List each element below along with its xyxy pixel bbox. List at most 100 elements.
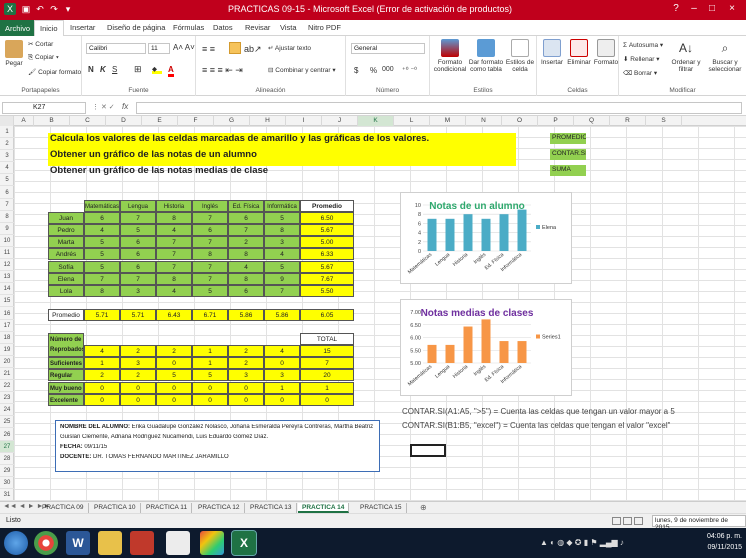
row-header-28[interactable]: 28 xyxy=(0,453,14,465)
row-header-31[interactable]: 31 xyxy=(0,489,14,502)
row-header-23[interactable]: 23 xyxy=(0,392,14,405)
merge-center-button[interactable]: ⊟ Combinar y centrar ▾ xyxy=(268,66,336,74)
find-select-button[interactable]: ⌕ Buscar y seleccionar xyxy=(705,39,745,73)
tab-revisar[interactable]: Revisar xyxy=(245,23,270,32)
sheet-tab-12[interactable]: PRACTICA 12 xyxy=(194,503,245,513)
bar-5[interactable] xyxy=(499,341,509,363)
sheet-tab-11[interactable]: PRACTICA 11 xyxy=(142,503,193,513)
fill-color-icon[interactable]: ◆ xyxy=(152,65,162,74)
tab-formulas[interactable]: Fórmulas xyxy=(173,23,204,32)
format-cells-button[interactable]: Formato xyxy=(593,39,619,66)
column-header-a[interactable]: A xyxy=(14,116,34,126)
format-painter-button[interactable]: 🖌 Copiar formato xyxy=(28,68,81,76)
decimal-icon[interactable]: ⁺⁰ ⁻⁰ xyxy=(402,66,417,74)
chrome-icon[interactable] xyxy=(34,531,58,555)
font-name-combo[interactable]: Calibri xyxy=(86,43,146,54)
column-header-g[interactable]: G xyxy=(214,116,250,126)
active-cell-k27[interactable] xyxy=(410,444,446,457)
column-header-l[interactable]: L xyxy=(394,116,430,126)
font-color-icon[interactable]: A xyxy=(168,65,174,77)
bar-1[interactable] xyxy=(427,218,437,251)
tray-icons[interactable]: ▲ ◐ ◍ ◆ ✪ ▮ ⚑ ▂▄▆ ♪ xyxy=(540,538,624,547)
clear-button[interactable]: ⌫ Borrar ▾ xyxy=(623,69,657,77)
row-header-5[interactable]: 5 xyxy=(0,174,14,187)
column-header-r[interactable]: R xyxy=(610,116,646,126)
minimize-button[interactable]: – xyxy=(686,2,702,16)
sheet-tab-10[interactable]: PRACTICA 10 xyxy=(90,503,141,513)
row-header-13[interactable]: 13 xyxy=(0,271,14,284)
explorer-icon[interactable] xyxy=(98,531,122,555)
tab-file[interactable]: Archivo xyxy=(0,20,36,36)
cell-styles-button[interactable]: Estilos de celda xyxy=(504,39,536,73)
help-button[interactable]: ? xyxy=(668,2,684,16)
row-header-10[interactable]: 10 xyxy=(0,235,14,247)
save-icon[interactable]: ▣ xyxy=(20,3,32,15)
number-format-combo[interactable]: General xyxy=(351,43,425,54)
chart-notas-alumno[interactable]: 0 2 4 6 8 10 Matemáticas Lengua Historia Inglés Ed… xyxy=(400,192,572,284)
column-header-n[interactable]: N xyxy=(466,116,502,126)
column-header-o[interactable]: O xyxy=(502,116,538,126)
chart-notas-medias[interactable]: 5.00 5.50 6.00 6.50 7.00 Matemáticas Lengua His… xyxy=(400,299,572,396)
sheet-tab-14[interactable]: PRACTICA 14 xyxy=(298,503,350,513)
row-header-12[interactable]: 12 xyxy=(0,259,14,272)
wrap-text-button[interactable]: ↵ Ajustar texto xyxy=(268,44,311,52)
bar-6[interactable] xyxy=(517,341,527,363)
bar-6[interactable] xyxy=(517,209,527,251)
row-header-27[interactable]: 27 xyxy=(0,440,14,453)
format-table-button[interactable]: Dar formato como tabla xyxy=(468,39,504,73)
row-header-2[interactable]: 2 xyxy=(0,138,14,151)
align-top-icon[interactable]: ≡ ≡ xyxy=(202,44,215,54)
align-bottom-icon[interactable] xyxy=(229,42,241,54)
autosum-button[interactable]: Σ Autosuma ▾ xyxy=(623,41,663,49)
percent-button[interactable]: % xyxy=(370,66,377,75)
row-header-7[interactable]: 7 xyxy=(0,199,14,211)
bar-3[interactable] xyxy=(463,326,473,363)
column-header-m[interactable]: M xyxy=(430,116,466,126)
underline-button[interactable]: S xyxy=(112,65,117,74)
insert-cells-button[interactable]: Insertar xyxy=(539,39,565,66)
copy-button[interactable]: ⎘ Copiar ▾ xyxy=(28,54,59,62)
column-header-i[interactable]: I xyxy=(286,116,322,126)
row-header-21[interactable]: 21 xyxy=(0,368,14,381)
row-header-3[interactable]: 3 xyxy=(0,150,14,163)
clock-date[interactable]: 09/11/2015 xyxy=(698,544,742,551)
tab-datos[interactable]: Datos xyxy=(213,23,233,32)
tab-diseno[interactable]: Diseño de página xyxy=(107,23,165,32)
start-icon[interactable] xyxy=(4,531,28,555)
redo-icon[interactable]: ↷ xyxy=(48,3,60,15)
close-button[interactable]: × xyxy=(724,2,740,16)
row-header-14[interactable]: 14 xyxy=(0,283,14,296)
bar-2[interactable] xyxy=(445,344,455,363)
row-header-15[interactable]: 15 xyxy=(0,295,14,308)
column-header-q[interactable]: Q xyxy=(574,116,610,126)
row-header-9[interactable]: 9 xyxy=(0,223,14,235)
row-header-17[interactable]: 17 xyxy=(0,320,14,332)
cut-button[interactable]: ✂ Cortar xyxy=(28,40,53,48)
row-header-8[interactable]: 8 xyxy=(0,211,14,223)
undo-icon[interactable]: ↶ xyxy=(34,3,46,15)
word-icon[interactable]: W xyxy=(66,531,90,555)
column-header-f[interactable]: F xyxy=(178,116,214,126)
bar-4[interactable] xyxy=(481,319,491,363)
row-header-4[interactable]: 4 xyxy=(0,162,14,175)
sheet-tab-9[interactable]: PRACTICA 09 xyxy=(38,503,89,513)
font-size-combo[interactable]: 11 xyxy=(148,43,170,54)
column-header-e[interactable]: E xyxy=(142,116,178,126)
paint-icon[interactable] xyxy=(200,531,224,555)
orientation-icon[interactable]: ab↗ xyxy=(244,44,262,55)
align-left-icon[interactable]: ≡ ≡ ≡ ⇤ ⇥ xyxy=(202,65,243,76)
fill-button[interactable]: ⬇ Rellenar ▾ xyxy=(623,55,660,63)
fx-icon[interactable]: fx xyxy=(122,102,128,111)
thousands-button[interactable]: 000 xyxy=(382,66,394,73)
name-box[interactable]: K27 xyxy=(2,102,86,114)
bar-1[interactable] xyxy=(427,344,437,363)
row-header-11[interactable]: 11 xyxy=(0,247,14,260)
column-header-b[interactable]: B xyxy=(34,116,70,126)
column-header-k[interactable]: K xyxy=(358,116,394,126)
view-buttons-icon[interactable] xyxy=(612,517,650,526)
clock-time[interactable]: 04:06 p. m. xyxy=(698,533,742,540)
maximize-button[interactable]: □ xyxy=(704,2,720,16)
row-header-20[interactable]: 20 xyxy=(0,356,14,368)
bar-4[interactable] xyxy=(481,218,491,251)
app-icon[interactable] xyxy=(130,531,154,555)
